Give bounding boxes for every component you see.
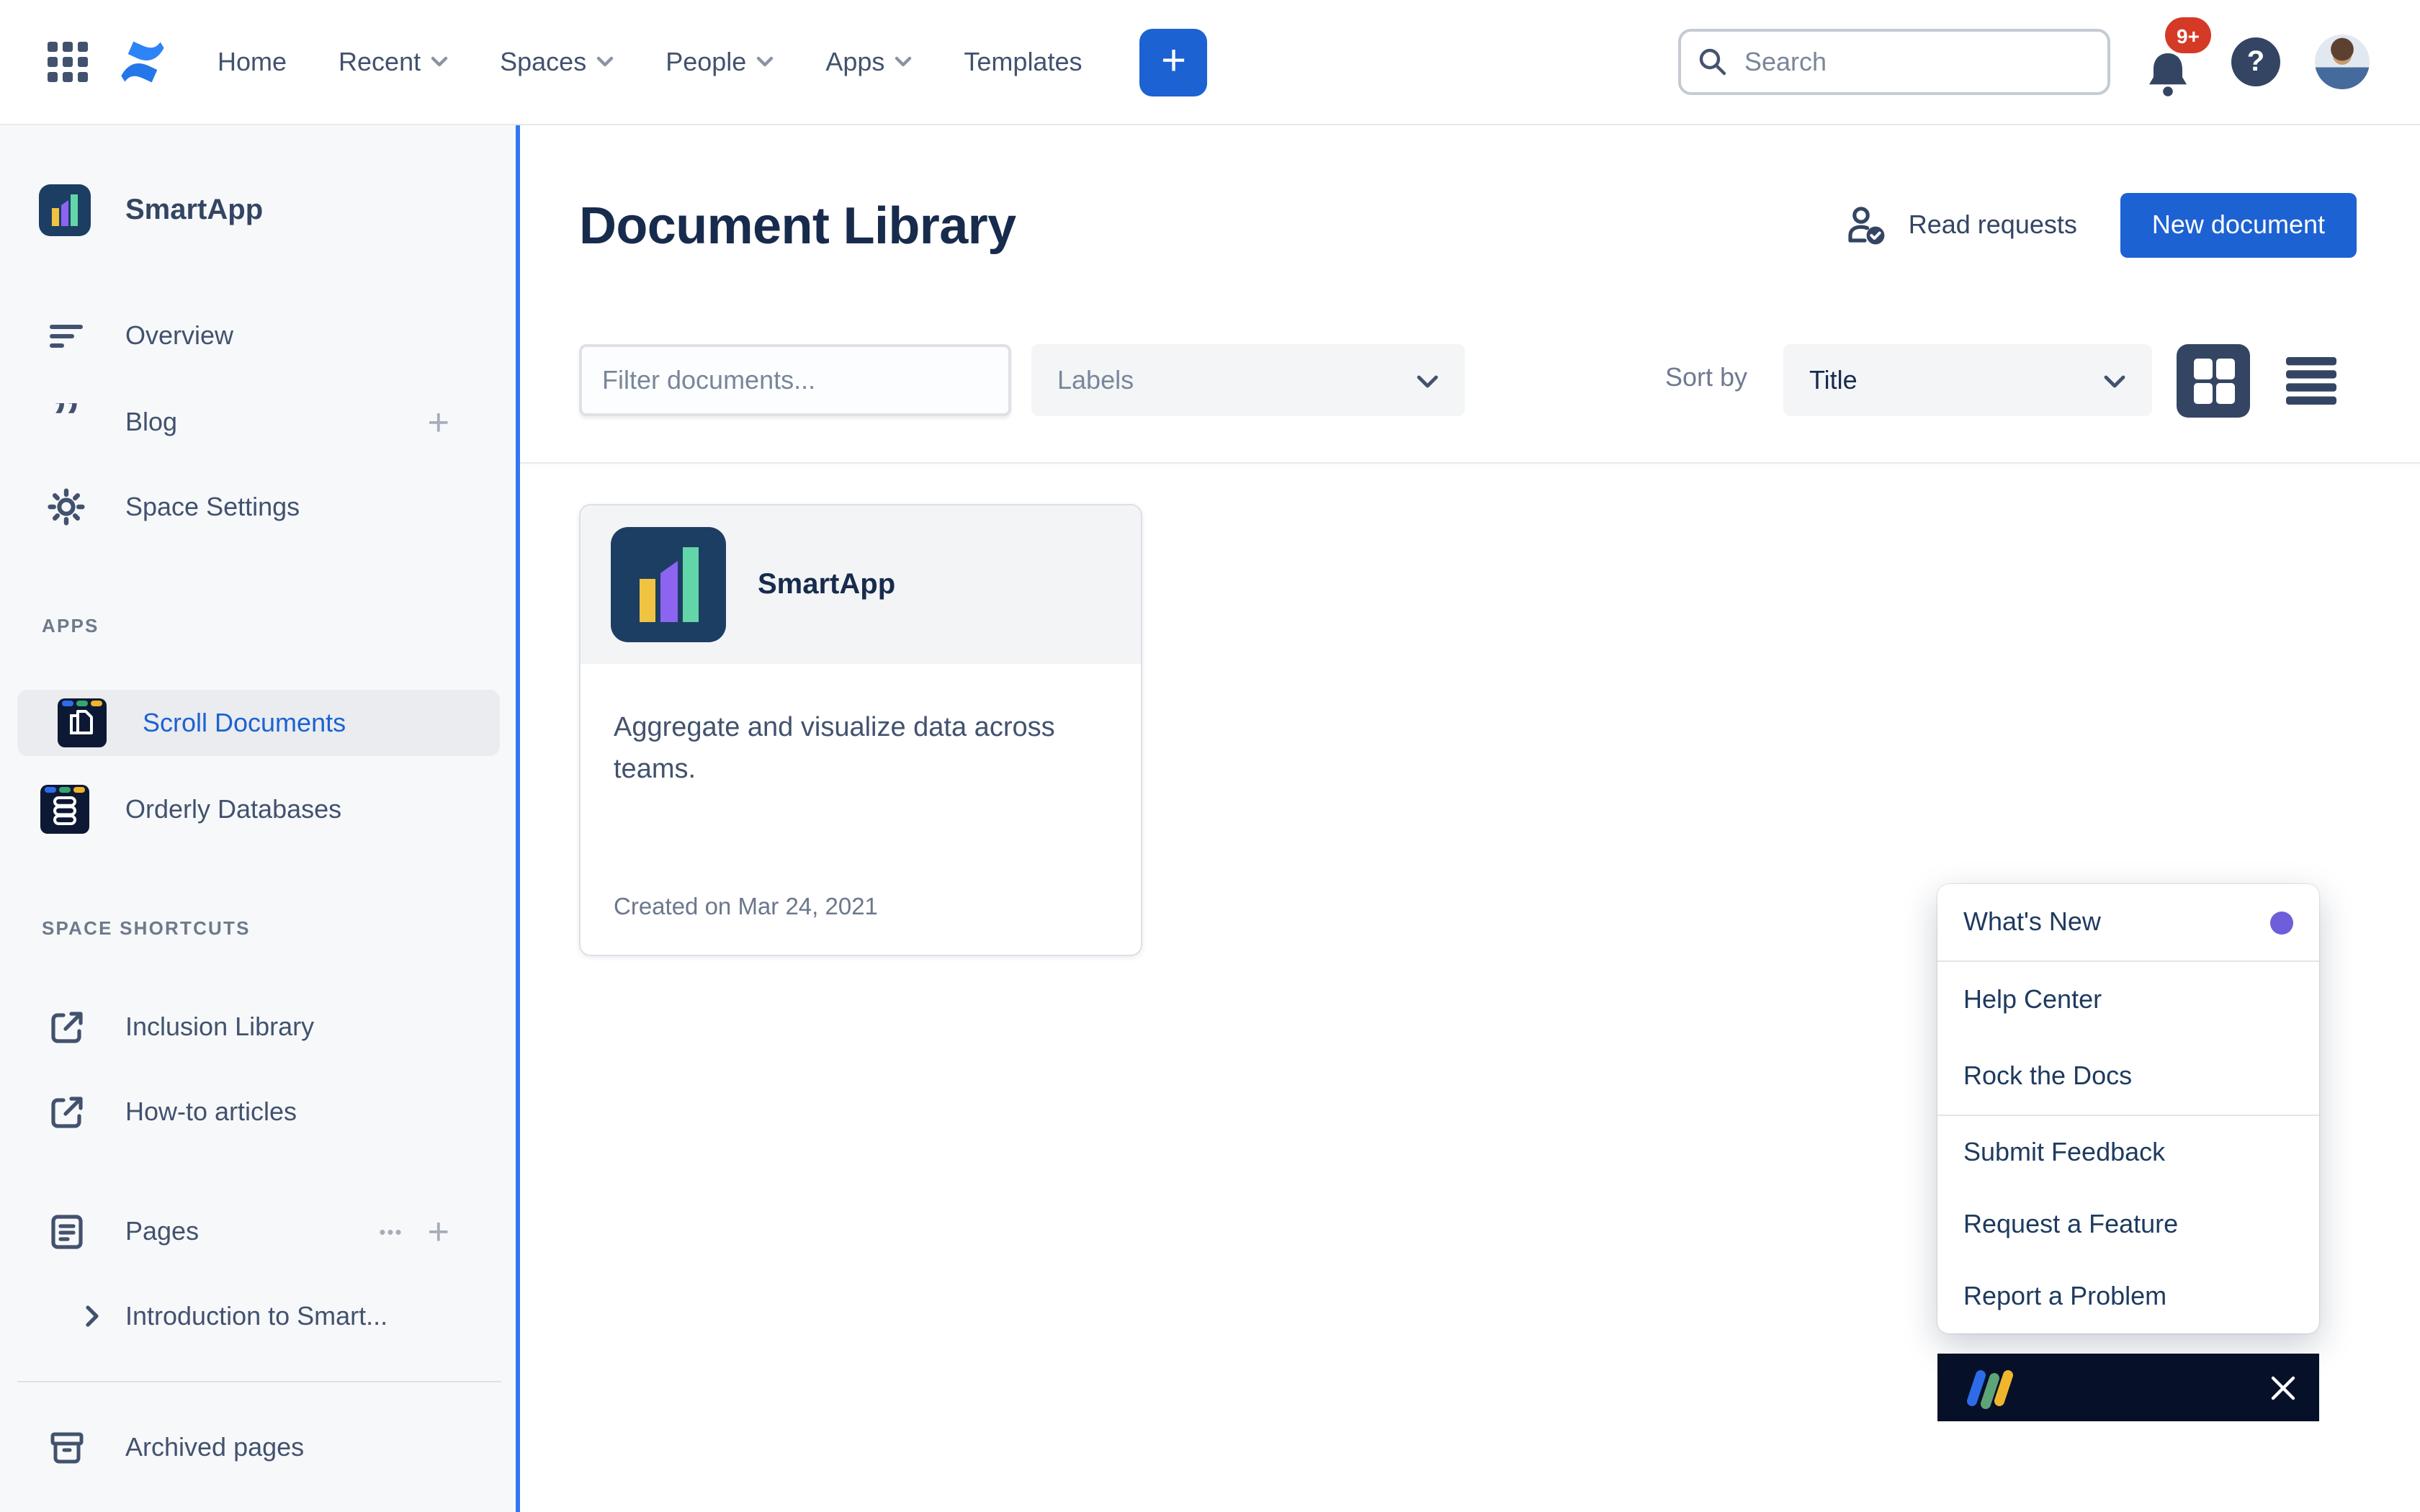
menu-item-whats-new[interactable]: What's New bbox=[1937, 884, 2319, 960]
nav-item-apps[interactable]: Apps bbox=[825, 47, 912, 77]
space-logo-icon bbox=[39, 184, 91, 236]
external-link-icon bbox=[46, 1092, 86, 1131]
sidebar-item-pages[interactable]: Pages ••• + bbox=[0, 1195, 516, 1267]
menu-item-help-center[interactable]: Help Center bbox=[1937, 962, 2319, 1038]
sort-dropdown[interactable]: Title bbox=[1783, 344, 2152, 416]
gear-icon bbox=[46, 488, 86, 526]
chevron-down-icon bbox=[895, 56, 912, 68]
search-input[interactable] bbox=[1678, 29, 2110, 95]
k15t-logo-icon bbox=[1960, 1366, 2018, 1409]
grid-view-icon bbox=[2192, 357, 2235, 405]
chevron-right-icon[interactable] bbox=[81, 1305, 104, 1328]
help-button[interactable]: ? bbox=[2231, 37, 2280, 86]
read-requests-icon bbox=[1845, 204, 1888, 246]
add-blog-icon[interactable]: + bbox=[428, 403, 449, 441]
list-view-icon bbox=[2285, 356, 2338, 406]
document-card-header: SmartApp bbox=[581, 505, 1141, 664]
document-title: SmartApp bbox=[758, 568, 895, 601]
new-document-button[interactable]: New document bbox=[2120, 193, 2357, 258]
read-requests-link[interactable]: Read requests bbox=[1845, 204, 2077, 246]
add-page-icon[interactable]: + bbox=[428, 1212, 449, 1250]
sidebar-page-introduction[interactable]: Introduction to Smart... bbox=[0, 1280, 516, 1352]
grid-view-button[interactable] bbox=[2177, 344, 2250, 418]
notifications-button[interactable]: 9+ bbox=[2142, 17, 2202, 107]
sidebar-item-blog[interactable]: ” Blog + bbox=[0, 386, 516, 458]
help-menu-popup: What's New Help Center Rock the Docs Sub… bbox=[1937, 884, 2319, 1333]
app-switcher-icon[interactable] bbox=[42, 36, 94, 88]
space-header[interactable]: SmartApp bbox=[39, 184, 263, 236]
menu-item-report-a-problem[interactable]: Report a Problem bbox=[1937, 1260, 2319, 1332]
scroll-documents-icon bbox=[58, 698, 107, 747]
nav-item-people[interactable]: People bbox=[666, 47, 774, 77]
create-button[interactable]: + bbox=[1140, 28, 1208, 96]
menu-item-request-a-feature[interactable]: Request a Feature bbox=[1937, 1188, 2319, 1260]
space-name: SmartApp bbox=[125, 194, 263, 227]
new-indicator-dot bbox=[2270, 911, 2293, 934]
question-icon: ? bbox=[2247, 45, 2264, 78]
document-card-body: Aggregate and visualize data across team… bbox=[581, 664, 1141, 956]
toolbar-divider bbox=[520, 462, 2420, 464]
document-description: Aggregate and visualize data across team… bbox=[614, 707, 1089, 792]
vendor-banner bbox=[1937, 1354, 2319, 1421]
labels-filter-dropdown[interactable]: Labels bbox=[1031, 344, 1465, 416]
overview-icon bbox=[46, 317, 86, 354]
document-created-date: Created on Mar 24, 2021 bbox=[614, 894, 878, 922]
chevron-down-icon bbox=[1416, 365, 1439, 395]
shortcuts-section-header: SPACE SHORTCUTS bbox=[42, 917, 251, 939]
confluence-logo-icon[interactable] bbox=[117, 36, 169, 88]
nav-item-recent[interactable]: Recent bbox=[339, 47, 448, 77]
apps-section-header: APPS bbox=[42, 615, 99, 636]
document-card[interactable]: SmartApp Aggregate and visualize data ac… bbox=[579, 504, 1142, 956]
space-sidebar: SmartApp Overview ” Blog + bbox=[0, 124, 520, 1512]
sidebar-item-space-settings[interactable]: Space Settings bbox=[0, 471, 516, 543]
plus-icon: + bbox=[1161, 40, 1186, 84]
sidebar-item-overview[interactable]: Overview bbox=[0, 300, 516, 372]
sidebar-divider bbox=[17, 1381, 501, 1382]
main-content: Document Library Read requests Ne bbox=[520, 124, 2420, 1512]
library-toolbar: Labels Sort by Title bbox=[520, 344, 2420, 418]
sidebar-item-archived-pages[interactable]: Archived pages bbox=[0, 1411, 516, 1483]
bell-icon bbox=[2142, 52, 2194, 101]
pages-icon bbox=[46, 1212, 86, 1251]
chevron-down-icon bbox=[756, 56, 774, 68]
archive-icon bbox=[46, 1428, 86, 1467]
sidebar-item-orderly-databases[interactable]: Orderly Databases bbox=[0, 773, 516, 845]
quote-icon: ” bbox=[46, 403, 86, 441]
page-title: Document Library bbox=[579, 196, 1016, 256]
document-logo-icon bbox=[611, 527, 726, 642]
sidebar-item-scroll-documents[interactable]: Scroll Documents bbox=[17, 690, 500, 756]
nav-item-templates[interactable]: Templates bbox=[964, 47, 1082, 77]
chevron-down-icon bbox=[2103, 365, 2126, 395]
sidebar-item-inclusion-library[interactable]: Inclusion Library bbox=[0, 991, 516, 1063]
chevron-down-icon bbox=[431, 56, 448, 68]
menu-item-submit-feedback[interactable]: Submit Feedback bbox=[1937, 1116, 2319, 1188]
external-link-icon bbox=[46, 1007, 86, 1046]
nav-item-home[interactable]: Home bbox=[218, 47, 287, 77]
sort-by-label: Sort by bbox=[1665, 363, 1747, 393]
close-banner-button[interactable] bbox=[2270, 1374, 2296, 1400]
primary-nav: Home Recent Spaces People Apps Templates bbox=[218, 47, 1083, 77]
nav-item-spaces[interactable]: Spaces bbox=[500, 47, 614, 77]
user-avatar[interactable] bbox=[2315, 35, 2370, 89]
sidebar-item-how-to-articles[interactable]: How-to articles bbox=[0, 1076, 516, 1148]
chevron-down-icon bbox=[596, 56, 614, 68]
pages-more-icon[interactable]: ••• bbox=[379, 1220, 403, 1242]
close-icon bbox=[2270, 1374, 2296, 1400]
search-icon bbox=[1697, 46, 1729, 85]
search-box bbox=[1678, 29, 2110, 95]
list-view-button[interactable] bbox=[2285, 356, 2338, 413]
menu-item-rock-the-docs[interactable]: Rock the Docs bbox=[1937, 1038, 2319, 1115]
filter-documents-input[interactable] bbox=[579, 344, 1011, 416]
orderly-databases-icon bbox=[40, 785, 89, 834]
notification-badge: 9+ bbox=[2165, 17, 2211, 53]
top-nav: Home Recent Spaces People Apps Templates… bbox=[0, 0, 2420, 125]
confluence-app: Home Recent Spaces People Apps Templates… bbox=[0, 0, 2420, 1512]
